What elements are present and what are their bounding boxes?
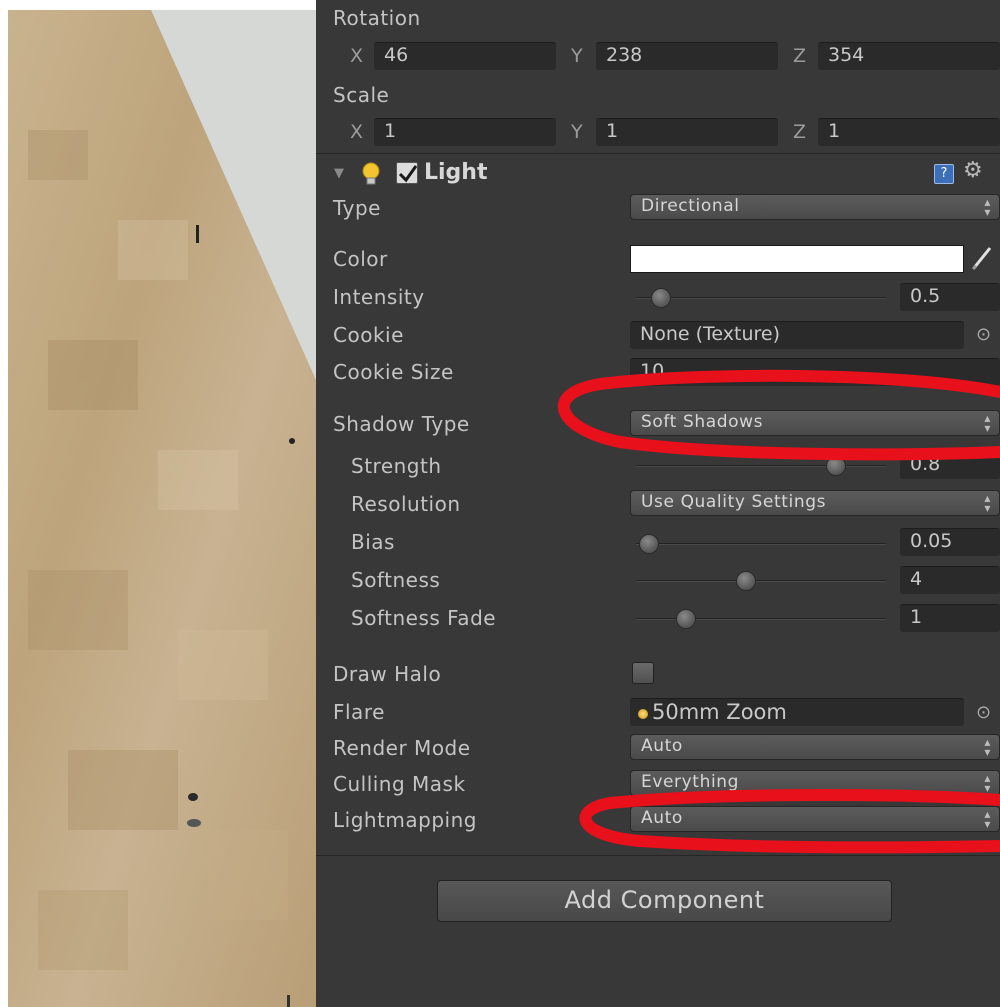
lightmapping-dropdown-value: Auto xyxy=(641,808,683,828)
updown-arrows-icon: ▴ ▾ xyxy=(984,735,991,759)
strength-slider-track[interactable] xyxy=(636,465,886,467)
bias-field[interactable]: 0.05 xyxy=(900,528,1000,556)
rock-marker xyxy=(289,438,295,444)
shadow-type-dropdown[interactable]: Soft Shadows ▴ ▾ xyxy=(630,410,1000,436)
type-dropdown-value: Directional xyxy=(641,196,740,216)
softness-fade-label: Softness Fade xyxy=(351,606,497,630)
light-enabled-checkbox[interactable] xyxy=(396,162,418,184)
rock-marker xyxy=(188,793,198,801)
inspector-panel: Rotation X 46 Y 238 Z 354 Scale X 1 Y 1 … xyxy=(316,0,1000,1007)
rotation-z-axis: Z xyxy=(793,45,807,67)
cookie-label: Cookie xyxy=(333,323,404,347)
section-divider xyxy=(316,153,1000,154)
scale-x-axis: X xyxy=(350,121,364,143)
updown-arrows-icon: ▴ ▾ xyxy=(984,195,991,219)
rotation-z-field[interactable]: 354 xyxy=(818,42,1000,70)
flare-field[interactable]: 50mm Zoom xyxy=(630,698,964,726)
culling-mask-label: Culling Mask xyxy=(333,772,466,796)
flare-field-value: 50mm Zoom xyxy=(652,700,787,724)
shadow-type-dropdown-value: Soft Shadows xyxy=(641,412,764,432)
resolution-label: Resolution xyxy=(351,492,461,516)
bias-slider-thumb[interactable] xyxy=(638,534,659,554)
culling-mask-dropdown[interactable]: Everything ▴ ▾ xyxy=(630,770,1000,796)
rotation-x-field[interactable]: 46 xyxy=(374,42,556,70)
softness-field[interactable]: 4 xyxy=(900,566,1000,594)
strength-slider-thumb[interactable] xyxy=(826,456,846,476)
render-mode-label: Render Mode xyxy=(333,736,471,760)
softness-slider-thumb[interactable] xyxy=(736,571,756,591)
scale-z-axis: Z xyxy=(793,121,807,143)
intensity-slider-track[interactable] xyxy=(636,297,886,299)
resolution-dropdown-value: Use Quality Settings xyxy=(641,492,827,512)
triangle-down-icon[interactable]: ▼ xyxy=(334,166,344,181)
scale-y-axis: Y xyxy=(571,121,583,143)
cookie-size-field[interactable]: 10 xyxy=(630,358,1000,386)
updown-arrows-icon: ▴ ▾ xyxy=(984,411,991,435)
gear-icon[interactable]: ⚙ xyxy=(963,158,983,183)
bias-label: Bias xyxy=(351,530,395,554)
scale-y-field[interactable]: 1 xyxy=(596,118,778,146)
softness-fade-slider-thumb[interactable] xyxy=(676,609,696,629)
culling-mask-dropdown-value: Everything xyxy=(641,772,740,792)
rotation-label: Rotation xyxy=(333,6,421,30)
strength-field[interactable]: 0.8 xyxy=(900,451,1000,479)
add-component-button[interactable]: Add Component xyxy=(437,880,892,922)
light-component-title: Light xyxy=(424,160,488,185)
rotation-x-axis: X xyxy=(350,45,364,67)
updown-arrows-icon: ▴ ▾ xyxy=(984,807,991,831)
intensity-field[interactable]: 0.5 xyxy=(900,283,1000,311)
lightbulb-icon xyxy=(360,161,382,191)
resolution-dropdown[interactable]: Use Quality Settings ▴ ▾ xyxy=(630,490,1000,516)
rotation-y-field[interactable]: 238 xyxy=(596,42,778,70)
softness-fade-slider-track[interactable] xyxy=(636,618,886,620)
render-mode-dropdown-value: Auto xyxy=(641,736,683,756)
updown-arrows-icon: ▴ ▾ xyxy=(984,771,991,795)
color-label: Color xyxy=(333,247,388,271)
object-picker-icon[interactable]: ⊙ xyxy=(976,702,991,723)
type-label: Type xyxy=(333,196,381,220)
type-dropdown[interactable]: Directional ▴ ▾ xyxy=(630,194,1000,220)
post-marker xyxy=(196,225,199,243)
render-mode-dropdown[interactable]: Auto ▴ ▾ xyxy=(630,734,1000,760)
rock-marker xyxy=(187,819,201,827)
help-book-icon[interactable]: ? xyxy=(934,164,954,184)
strength-label: Strength xyxy=(351,454,442,478)
softness-fade-field[interactable]: 1 xyxy=(900,604,1000,632)
cookie-size-label: Cookie Size xyxy=(333,360,454,384)
shadow-type-label: Shadow Type xyxy=(333,412,470,436)
draw-halo-checkbox[interactable] xyxy=(632,662,654,684)
eyedropper-icon[interactable] xyxy=(970,244,996,276)
scale-x-field[interactable]: 1 xyxy=(374,118,556,146)
scale-z-field[interactable]: 1 xyxy=(818,118,1000,146)
flare-label: Flare xyxy=(333,700,385,724)
rotation-y-axis: Y xyxy=(571,45,583,67)
post-marker xyxy=(287,995,290,1007)
cookie-field[interactable]: None (Texture) xyxy=(630,321,964,349)
section-divider xyxy=(316,855,1000,856)
color-swatch[interactable] xyxy=(630,245,964,273)
scene-viewport[interactable] xyxy=(8,10,316,1007)
updown-arrows-icon: ▴ ▾ xyxy=(984,491,991,515)
flare-asset-icon xyxy=(638,709,648,719)
softness-slider-track[interactable] xyxy=(636,580,886,582)
object-picker-icon[interactable]: ⊙ xyxy=(976,324,991,345)
lightmapping-label: Lightmapping xyxy=(333,808,477,832)
draw-halo-label: Draw Halo xyxy=(333,662,442,686)
intensity-slider-thumb[interactable] xyxy=(651,288,671,308)
softness-label: Softness xyxy=(351,568,441,592)
intensity-label: Intensity xyxy=(333,285,425,309)
bias-slider-track[interactable] xyxy=(636,543,886,545)
lightmapping-dropdown[interactable]: Auto ▴ ▾ xyxy=(630,806,1000,832)
scale-label: Scale xyxy=(333,83,390,107)
light-component-header[interactable]: ▼ Light ? ⚙ xyxy=(316,156,1000,192)
